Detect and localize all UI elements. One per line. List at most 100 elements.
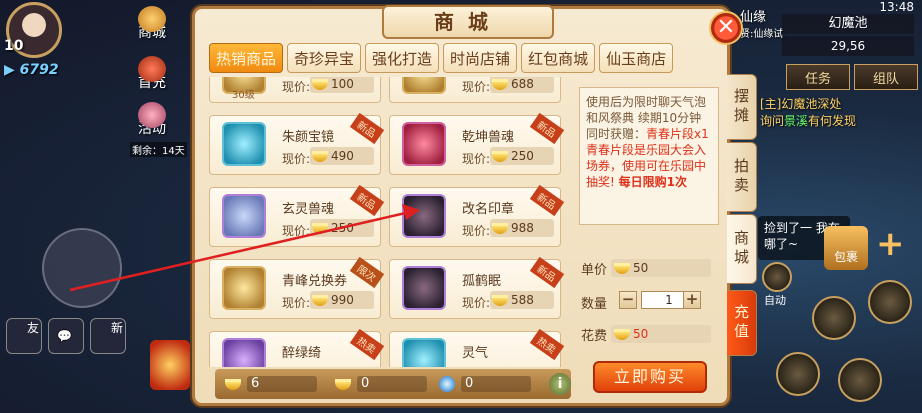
item-price-label: 现价: <box>462 152 491 166</box>
total-cost-value: 50 <box>633 327 649 341</box>
friend-button[interactable]: 友 <box>6 318 42 354</box>
shop-panel: 商城 ✕ 热销商品 奇珍异宝 强化打造 时尚店铺 红包商城 仙玉商店 30级 现… <box>192 5 743 406</box>
ingot-icon <box>312 222 328 234</box>
item-thumb <box>222 122 266 166</box>
xianyuan-label[interactable]: 仙缘 贤:仙缘试 <box>740 6 783 41</box>
auto-label: 自动 <box>764 294 786 307</box>
skill-2-icon[interactable] <box>868 280 912 324</box>
item-price-label: 现价: <box>462 80 491 94</box>
balance-jade: 0 <box>439 375 531 393</box>
tab-jade[interactable]: 仙玉商店 <box>599 43 674 73</box>
quest-text-a: 询问 <box>760 114 785 128</box>
side-tab-shop[interactable]: 商城 <box>727 214 757 284</box>
item-price-value: 588 <box>511 293 534 307</box>
item-name: 青峰兑换券 <box>282 274 348 289</box>
hud-shop-button[interactable]: 商城 <box>132 6 172 42</box>
item-price: 490 <box>310 147 374 165</box>
item-card-selected[interactable]: 改名印章 现价: 988 新品 <box>389 184 565 247</box>
team-tab[interactable]: 组队 <box>854 64 918 90</box>
buy-now-button[interactable]: 立即购买 <box>593 361 707 393</box>
voice-label: 新 <box>110 321 123 335</box>
skill-3-icon[interactable] <box>776 352 820 396</box>
cat-icon <box>138 6 166 32</box>
item-price-label: 现价: <box>282 80 311 94</box>
close-button[interactable]: ✕ <box>709 11 743 45</box>
tab-enhance[interactable]: 强化打造 <box>365 43 440 73</box>
balance-gold-value: 6 <box>247 376 317 392</box>
item-price: 588 <box>490 291 554 309</box>
item-thumb <box>402 266 446 310</box>
ingot-icon <box>312 150 328 162</box>
skill-1-icon[interactable] <box>812 296 856 340</box>
balance-jade-value: 0 <box>461 376 531 392</box>
item-price: 250 <box>490 147 554 165</box>
ingot-icon <box>492 150 508 162</box>
item-price: 688 <box>490 77 554 93</box>
quest-text-b: 有何发现 <box>808 114 857 128</box>
item-grid[interactable]: 30级 现价: 100 现价: 688 朱颜宝镜 现价: 490 新品 乾坤兽魂… <box>209 77 567 367</box>
item-price-value: 990 <box>331 293 354 307</box>
item-price-label: 现价: <box>282 152 311 166</box>
quantity-plus-button[interactable]: + <box>683 291 701 309</box>
quantity-minus-button[interactable]: − <box>619 291 637 309</box>
hud-activity-button[interactable]: 活动 <box>132 102 172 138</box>
hud-first-charge-button[interactable]: 首充 <box>132 56 172 92</box>
chat-button[interactable]: 💬 <box>48 318 84 354</box>
item-name: 灵气 <box>462 346 489 361</box>
item-card[interactable]: 醉绿绮 热卖 <box>209 328 385 367</box>
item-thumb <box>402 77 446 94</box>
item-price-value: 490 <box>331 149 354 163</box>
item-thumb <box>402 194 446 238</box>
ingot-icon <box>335 378 351 390</box>
tab-hot[interactable]: 热销商品 <box>209 43 284 73</box>
tab-rare[interactable]: 奇珍异宝 <box>287 43 362 73</box>
item-price-value: 100 <box>331 77 354 91</box>
item-card[interactable]: 30级 现价: 100 <box>209 77 381 103</box>
item-card[interactable]: 青峰兑换券 现价: 990 限次 <box>209 256 385 319</box>
skill-4-icon[interactable] <box>838 358 882 402</box>
tab-redpacket[interactable]: 红包商城 <box>521 43 596 73</box>
item-card[interactable]: 现价: 688 <box>389 77 561 103</box>
unit-price-label: 单价 <box>581 263 608 278</box>
bag-label: 包裹 <box>833 250 858 264</box>
desc-line1: 使用后为限时聊天气泡和风祭典 续期10分钟 <box>586 95 707 125</box>
pearl-icon <box>439 376 455 392</box>
task-tab[interactable]: 任务 <box>786 64 850 90</box>
item-card[interactable]: 乾坤兽魂 现价: 250 新品 <box>389 112 565 175</box>
cost-label: 花费 <box>581 329 608 344</box>
side-tab-recharge[interactable]: 充值 <box>727 290 757 356</box>
tab-fashion[interactable]: 时尚店铺 <box>443 43 518 73</box>
item-thumb <box>402 338 446 367</box>
power-value: 6792 <box>19 62 59 78</box>
status-time: 13:48 <box>879 0 914 14</box>
treasure-chest-icon[interactable] <box>150 340 190 390</box>
quest-tracker[interactable]: [主]幻魔池深处 询问景溪有何发现 <box>760 96 856 130</box>
activity-remaining: 剩余：14天 <box>130 142 187 157</box>
item-card[interactable]: 玄灵兽魂 现价: 250 新品 <box>209 184 385 247</box>
item-name: 醉绿绮 <box>282 346 322 361</box>
item-card[interactable]: 孤鹤眠 现价: 588 新品 <box>389 256 565 319</box>
desc-line2b: 青春片段x1 <box>646 127 709 141</box>
ingot-icon <box>492 294 508 306</box>
auto-skill-icon[interactable] <box>762 262 792 292</box>
item-price-label: 现价: <box>462 224 491 238</box>
item-card[interactable]: 灵气 热卖 <box>389 328 565 367</box>
player-level: 10 <box>4 38 24 54</box>
new-badge: 新品 <box>529 256 565 289</box>
map-name[interactable]: 幻魔池 <box>782 14 914 34</box>
item-thumb <box>222 338 266 367</box>
plus-icon[interactable]: + <box>876 224 916 264</box>
chat-icon: 💬 <box>57 329 72 343</box>
item-price-value: 688 <box>511 77 534 91</box>
side-tab-auction[interactable]: 拍卖 <box>727 142 757 212</box>
balance-gold: 6 <box>225 375 317 393</box>
side-tab-stall[interactable]: 摆摊 <box>727 74 757 140</box>
item-card[interactable]: 朱颜宝镜 现价: 490 新品 <box>209 112 385 175</box>
voice-button[interactable]: 新 <box>90 318 126 354</box>
item-description: 使用后为限时聊天气泡和风祭典 续期10分钟 同时获赠：青春片段x1 青春片段是乐… <box>579 87 719 225</box>
bag-button[interactable]: 包裹 <box>824 226 868 270</box>
joystick[interactable] <box>42 228 122 308</box>
item-name: 乾坤兽魂 <box>462 130 515 145</box>
info-button[interactable]: i <box>549 373 571 395</box>
item-price: 250 <box>310 219 374 237</box>
